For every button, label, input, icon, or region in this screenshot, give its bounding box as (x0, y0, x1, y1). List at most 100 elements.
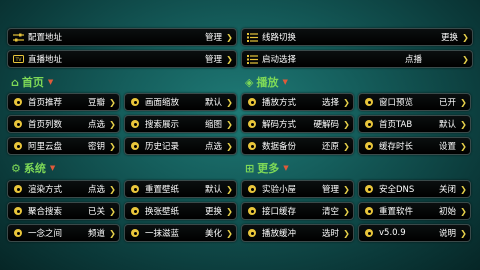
chevron-right-icon: ❯ (109, 119, 116, 129)
chevron-right-icon: ❯ (109, 141, 116, 151)
startup-select-card[interactable]: 启动选择 点播 ❯ (241, 50, 473, 68)
card-value: 密钥 (87, 142, 105, 152)
yinian-card[interactable]: 一念之间 频道 ❯ (7, 224, 120, 242)
card-label: 搜索展示 (145, 120, 180, 130)
section-play: ◈ 播放 ▼ (245, 74, 288, 90)
chevron-right-icon: ❯ (343, 228, 350, 238)
card-value: 点选 (204, 142, 222, 152)
card-value: 点播 (404, 55, 422, 65)
reset-app-card[interactable]: 重置软件 初始 ❯ (358, 202, 471, 220)
change-wallpaper-card[interactable]: 换张壁纸 更换 ❯ (124, 202, 237, 220)
card-label: 启动选择 (262, 55, 297, 65)
card-value: 还原 (321, 142, 339, 152)
home-recommend-card[interactable]: 首页推荐 豆瓣 ❯ (7, 93, 120, 111)
card-label: 一念之间 (28, 229, 63, 239)
bullet-icon (362, 98, 376, 106)
bullet-icon (362, 120, 376, 128)
card-value: 关闭 (438, 185, 456, 195)
bullet-icon (11, 229, 25, 237)
chevron-right-icon: ❯ (226, 97, 233, 107)
card-label: 首页列数 (28, 120, 63, 130)
card-value: 说明 (438, 229, 456, 239)
card-label: 数据备份 (262, 142, 297, 152)
bullet-icon (245, 98, 259, 106)
chevron-right-icon: ❯ (226, 32, 233, 42)
home-columns-card[interactable]: 首页列数 点选 ❯ (7, 115, 120, 133)
card-value: 默认 (438, 120, 456, 130)
card-value: 设置 (438, 142, 456, 152)
line-switch-card[interactable]: 线路切换 更换 ❯ (241, 28, 473, 46)
bullet-icon (245, 142, 259, 150)
card-value: 选择 (321, 98, 339, 108)
chevron-right-icon: ❯ (460, 119, 467, 129)
search-display-card[interactable]: 搜索展示 缩图 ❯ (124, 115, 237, 133)
caret-down-icon: ▼ (47, 78, 54, 86)
chevron-right-icon: ❯ (226, 206, 233, 216)
chevron-right-icon: ❯ (460, 184, 467, 194)
card-value: 点选 (87, 185, 105, 195)
lab-card[interactable]: 实验小屋 管理 ❯ (241, 180, 354, 198)
section-title: 播放 (256, 76, 279, 89)
bullet-icon (362, 185, 376, 193)
chevron-right-icon: ❯ (109, 184, 116, 194)
card-value: 更换 (204, 207, 222, 217)
home-tab-card[interactable]: 首页TAB 默认 ❯ (358, 115, 471, 133)
card-value: 频道 (87, 229, 105, 239)
card-label: 安全DNS (379, 185, 415, 195)
card-value: 初始 (438, 207, 456, 217)
play-mode-card[interactable]: 播放方式 选择 ❯ (241, 93, 354, 111)
chevron-right-icon: ❯ (460, 97, 467, 107)
card-value: 豆瓣 (87, 98, 105, 108)
card-label: 画面缩放 (145, 98, 180, 108)
card-label: 一抹滋蓝 (145, 229, 180, 239)
play-buffer-card[interactable]: 播放缓冲 选时 ❯ (241, 224, 354, 242)
chevron-right-icon: ❯ (462, 54, 469, 64)
card-value: 默认 (204, 98, 222, 108)
card-value: 管理 (204, 55, 222, 65)
bullet-icon (245, 120, 259, 128)
card-label: 首页推荐 (28, 98, 63, 108)
bullet-icon (362, 229, 376, 237)
gear-icon: ⚙ (11, 161, 21, 175)
svg-text:TV: TV (14, 57, 22, 63)
secure-dns-card[interactable]: 安全DNS 关闭 ❯ (358, 180, 471, 198)
chevron-right-icon: ❯ (462, 32, 469, 42)
chevron-right-icon: ❯ (109, 228, 116, 238)
history-card[interactable]: 历史记录 点选 ❯ (124, 137, 237, 155)
chevron-right-icon: ❯ (226, 119, 233, 129)
card-label: 历史记录 (145, 142, 180, 152)
card-label: 换张壁纸 (145, 207, 180, 217)
reset-wallpaper-card[interactable]: 重置壁纸 默认 ❯ (124, 180, 237, 198)
chevron-right-icon: ❯ (343, 184, 350, 194)
card-label: 直播地址 (28, 55, 63, 65)
aliyun-drive-card[interactable]: 阿里云盘 密钥 ❯ (7, 137, 120, 155)
chevron-right-icon: ❯ (343, 97, 350, 107)
api-cache-card[interactable]: 接口缓存 清空 ❯ (241, 202, 354, 220)
aggregate-search-card[interactable]: 聚合搜索 已关 ❯ (7, 202, 120, 220)
card-value: 硬解码 (313, 120, 339, 130)
window-preview-card[interactable]: 窗口预览 已开 ❯ (358, 93, 471, 111)
card-label: 阿里云盘 (28, 142, 63, 152)
card-label: v5.0.9 (379, 228, 406, 238)
config-address-card[interactable]: 配置地址 管理 ❯ (7, 28, 237, 46)
chevron-right-icon: ❯ (109, 206, 116, 216)
sliders-icon (11, 33, 25, 42)
card-label: 聚合搜索 (28, 207, 63, 217)
chevron-right-icon: ❯ (343, 141, 350, 151)
data-backup-card[interactable]: 数据备份 还原 ❯ (241, 137, 354, 155)
version-card[interactable]: v5.0.9 说明 ❯ (358, 224, 471, 242)
bullet-icon (362, 142, 376, 150)
decode-mode-card[interactable]: 解码方式 硬解码 ❯ (241, 115, 354, 133)
bullet-icon (362, 207, 376, 215)
card-value: 清空 (321, 207, 339, 217)
chevron-right-icon: ❯ (226, 184, 233, 194)
screen-zoom-card[interactable]: 画面缩放 默认 ❯ (124, 93, 237, 111)
color-theme-card[interactable]: 一抹滋蓝 美化 ❯ (124, 224, 237, 242)
card-label: 实验小屋 (262, 185, 297, 195)
live-address-card[interactable]: TV 直播地址 管理 ❯ (7, 50, 237, 68)
bullet-icon (128, 120, 142, 128)
render-mode-card[interactable]: 渲染方式 点选 ❯ (7, 180, 120, 198)
cache-duration-card[interactable]: 缓存时长 设置 ❯ (358, 137, 471, 155)
home-icon: ⌂ (11, 75, 19, 89)
caret-down-icon: ▼ (49, 164, 56, 172)
